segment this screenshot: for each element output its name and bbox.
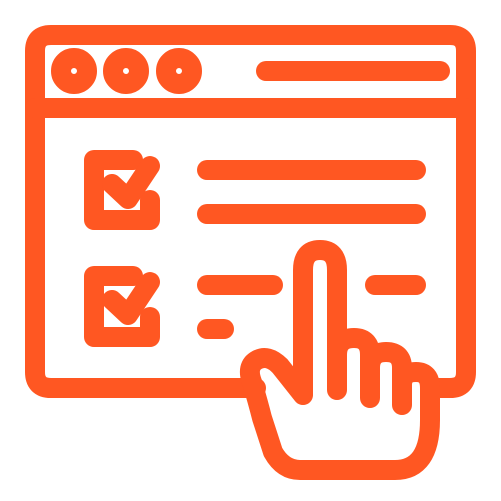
window-control-dot-2 <box>103 48 149 94</box>
checkbox-checked-icon <box>84 266 160 347</box>
checklist-click-icon <box>25 25 476 480</box>
icon-canvas <box>0 0 501 501</box>
checkbox-checked-icon <box>84 150 160 230</box>
window-control-dot-1 <box>51 48 97 94</box>
window-control-dot-3 <box>156 48 202 94</box>
